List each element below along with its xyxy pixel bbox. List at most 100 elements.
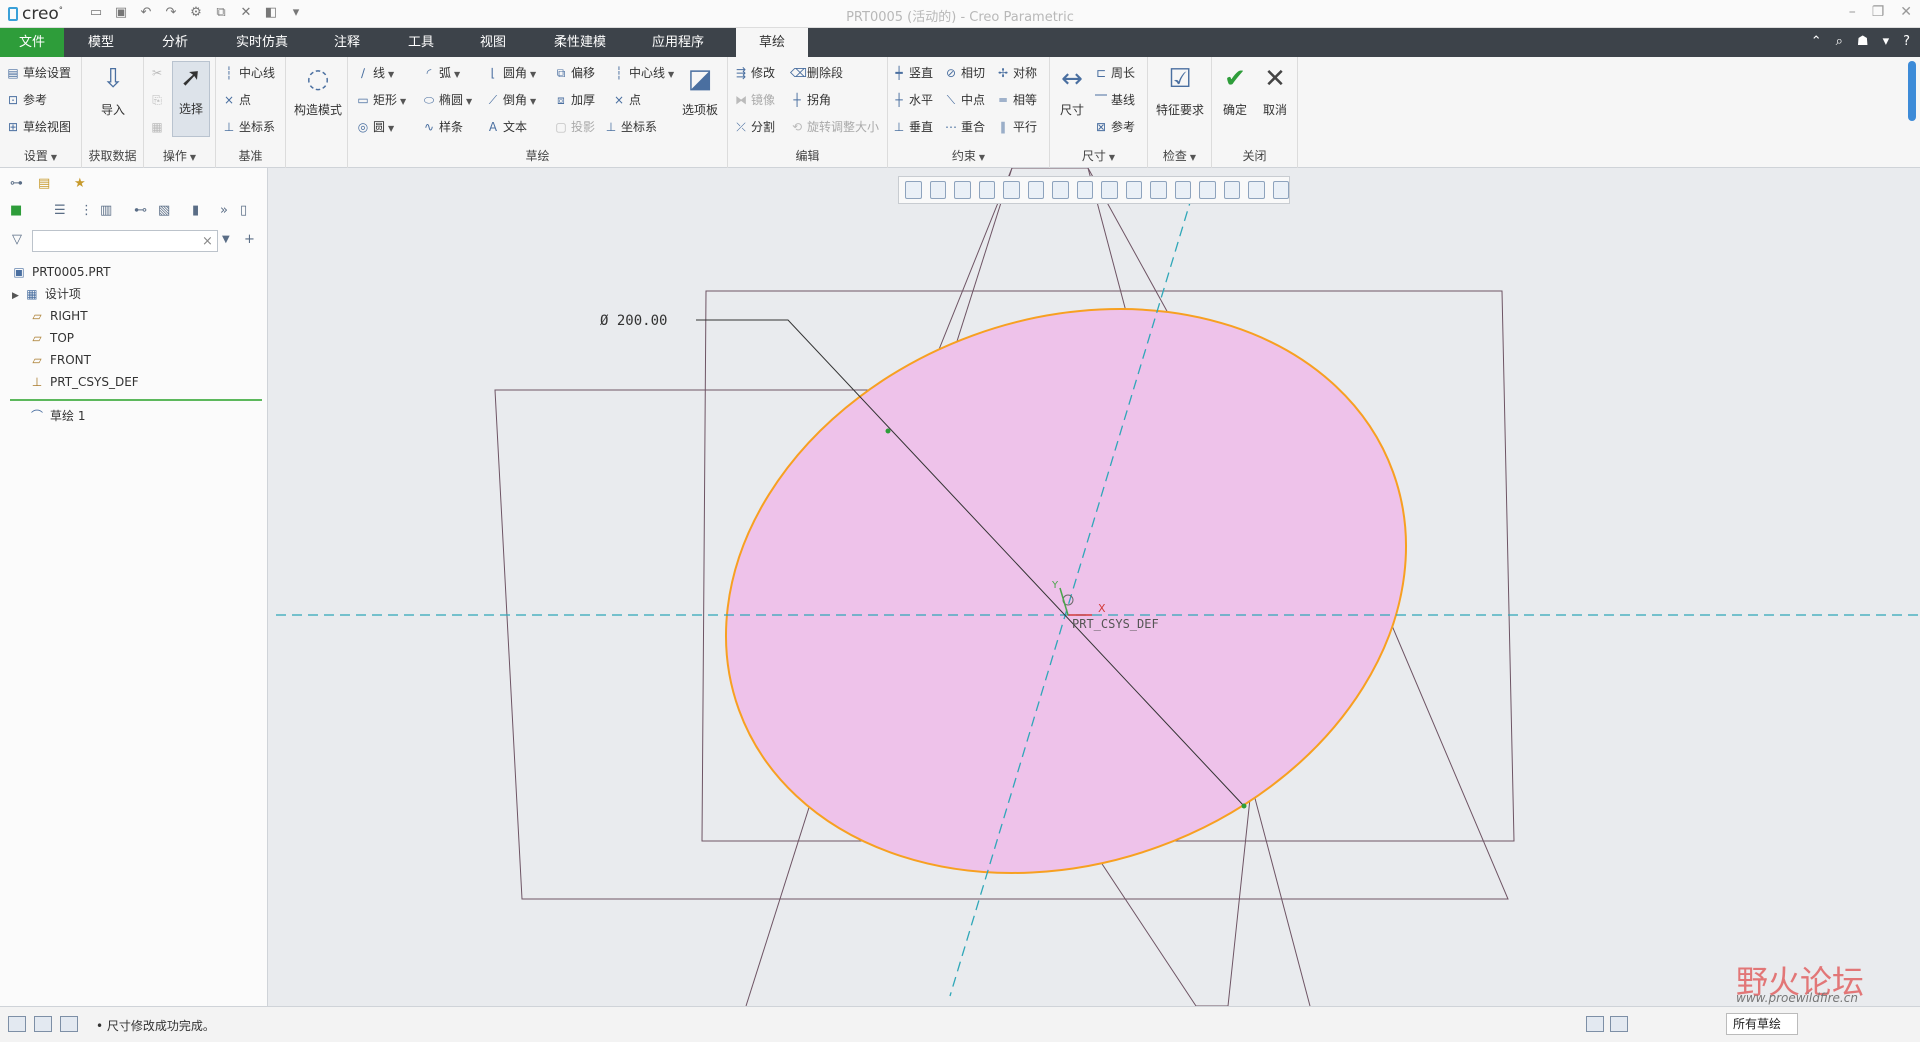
layer-tree-icon[interactable]: ▥ [100, 203, 112, 218]
cancel-button[interactable]: ✕ 取消 [1256, 63, 1294, 118]
find-dropdown-icon[interactable] [1610, 1016, 1628, 1032]
reference-dim-button[interactable]: ⊠ 参考 [1094, 117, 1135, 137]
fillet-button[interactable]: ⌊ 圆角 ▼ [486, 63, 537, 83]
ribbon-scrollbar[interactable] [1908, 61, 1916, 121]
rectangle-button[interactable]: ▭ 矩形 ▼ [356, 90, 406, 110]
datum-point-button[interactable]: × 点 [222, 90, 251, 110]
import-button[interactable]: ⇩ 导入 [90, 63, 136, 118]
tab-view[interactable]: 视图 [460, 28, 526, 57]
rotate-resize-button[interactable]: ⟲ 旋转调整大小 [790, 117, 879, 137]
filter-icon[interactable]: ▽ [12, 232, 22, 247]
tree-item-top[interactable]: ▱ TOP [30, 328, 74, 348]
section-view-icon[interactable] [1223, 181, 1240, 199]
group-label-dimension[interactable]: 尺寸 ▼ [1050, 147, 1147, 164]
midpoint-constraint-button[interactable]: ⟍ 中点 [944, 90, 985, 110]
line-button[interactable]: ∕ 线 ▼ [356, 63, 394, 83]
tree-settings-icon[interactable]: ⊷ [134, 203, 147, 218]
copy-button[interactable]: ⎘ [150, 90, 167, 110]
tab-model[interactable]: 模型 [68, 28, 134, 57]
zoom-out-icon[interactable] [954, 181, 971, 199]
divide-button[interactable]: ⤫ 分割 [734, 117, 775, 137]
modify-button[interactable]: ⇶ 修改 [734, 63, 775, 83]
close-icon[interactable]: ✕ [1900, 4, 1912, 20]
sketch-point-button[interactable]: × 点 [612, 90, 641, 110]
arc-button[interactable]: ◜ 弧 ▼ [422, 63, 461, 83]
tree-item-right[interactable]: ▱ RIGHT [30, 306, 87, 326]
model-icon[interactable]: ■ [10, 203, 22, 218]
favorites-tab-icon[interactable]: ★ [74, 176, 86, 191]
perimeter-button[interactable]: ⊏ 周长 [1094, 63, 1135, 83]
tree-search-input[interactable] [32, 230, 218, 252]
tab-tools[interactable]: 工具 [388, 28, 454, 57]
expand-icon[interactable]: ▶ [12, 291, 19, 301]
datum-display-icon[interactable] [1101, 181, 1118, 199]
clear-search-icon[interactable]: × [202, 234, 213, 249]
tab-sketch[interactable]: 草绘 [736, 28, 808, 57]
tree-item-front[interactable]: ▱ FRONT [30, 350, 91, 370]
text-button[interactable]: A 文本 [486, 117, 527, 137]
group-label-operations[interactable]: 操作 ▼ [144, 147, 215, 164]
page-icon[interactable]: ▯ [240, 203, 247, 218]
selection-filter[interactable]: 所有草绘 [1726, 1013, 1798, 1035]
equal-constraint-button[interactable]: ═ 相等 [996, 90, 1037, 110]
parallel-constraint-button[interactable]: ∥ 平行 [996, 117, 1037, 137]
browser-toggle-icon[interactable] [34, 1016, 52, 1032]
group-label-setup[interactable]: 设置 ▼ [0, 147, 81, 164]
insert-indicator[interactable] [10, 399, 262, 401]
vertical-constraint-button[interactable]: ┿ 竖直 [892, 63, 933, 83]
show-icon[interactable]: ▧ [158, 203, 170, 218]
spin-center-icon[interactable] [1150, 181, 1167, 199]
add-filter-icon[interactable]: + [244, 232, 255, 247]
tab-analysis[interactable]: 分析 [142, 28, 208, 57]
tab-live-simulation[interactable]: 实时仿真 [222, 28, 302, 57]
diameter-dimension[interactable]: Ø 200.00 [600, 313, 667, 329]
group-label-inspect[interactable]: 检查 ▼ [1148, 147, 1211, 164]
tree-filter-columns-icon[interactable]: ▮ [192, 203, 199, 218]
restore-icon[interactable]: ❐ [1872, 4, 1885, 20]
ellipse-shape[interactable] [646, 216, 1486, 965]
ok-button[interactable]: ✔ 确定 [1216, 63, 1254, 118]
project-button[interactable]: ▢ 投影 [554, 117, 595, 137]
model-tree-tab-icon[interactable]: ⊶ [10, 176, 23, 191]
saved-orientations-icon[interactable] [1027, 181, 1044, 199]
ellipse-button[interactable]: ⬭ 椭圆 ▼ [422, 90, 472, 110]
corner-button[interactable]: ┼ 拐角 [790, 90, 831, 110]
delete-segment-button[interactable]: ⌫删除段 [790, 63, 843, 83]
display-style-icon[interactable] [1003, 181, 1020, 199]
constraint-display-icon[interactable] [1272, 181, 1289, 199]
folder-browser-tab-icon[interactable]: ▤ [38, 176, 50, 191]
horizontal-constraint-button[interactable]: ┼ 水平 [892, 90, 933, 110]
repaint-icon[interactable] [978, 181, 995, 199]
tangent-constraint-button[interactable]: ⊘ 相切 [944, 63, 985, 83]
navigator-toggle-icon[interactable] [8, 1016, 26, 1032]
help-icon[interactable]: ? [1903, 34, 1910, 49]
collapse-ribbon-icon[interactable]: ⌃ [1811, 34, 1822, 49]
search-dropdown-icon[interactable]: ▼ [222, 234, 230, 245]
palette-button[interactable]: ◪ 选项板 [678, 63, 722, 118]
sketch-csys-button[interactable]: ⊥ 坐标系 [604, 117, 657, 137]
feature-requirements-button[interactable]: ☑ 特征要求 [1150, 63, 1210, 118]
sketch-view-icon[interactable] [1174, 181, 1191, 199]
zoom-in-icon[interactable] [929, 181, 946, 199]
datum-centerline-button[interactable]: ┆ 中心线 [222, 63, 275, 83]
group-label-constrain[interactable]: 约束 ▼ [888, 147, 1049, 164]
community-icon[interactable]: ☗ [1857, 34, 1869, 49]
dimension-button[interactable]: ↔ 尺寸 [1052, 63, 1092, 118]
graphics-window[interactable]: Ø 200.00 X Y PRT_CSYS_DEF 野火论坛 www.proew… [268, 168, 1920, 1006]
tree-item-part[interactable]: ▣ PRT0005.PRT [12, 262, 110, 282]
spline-button[interactable]: ∿ 样条 [422, 117, 463, 137]
mirror-button[interactable]: ⧓ 镜像 [734, 90, 775, 110]
tab-annotate[interactable]: 注释 [314, 28, 380, 57]
minimize-icon[interactable]: – [1849, 4, 1856, 20]
references-button[interactable]: ⊡ 参考 [6, 90, 47, 110]
thicken-button[interactable]: ⧈ 加厚 [554, 90, 595, 110]
sketcher-display-filter-icon[interactable] [1199, 181, 1216, 199]
tree-item-sketch-1[interactable]: ⌒ 草绘 1 [30, 406, 85, 426]
construction-mode-button[interactable]: ◌ 构造模式 [290, 63, 346, 118]
datum-csys-button[interactable]: ⊥ 坐标系 [222, 117, 275, 137]
symmetric-constraint-button[interactable]: ✢ 对称 [996, 63, 1037, 83]
offset-button[interactable]: ⧉ 偏移 [554, 63, 595, 83]
tab-applications[interactable]: 应用程序 [636, 28, 720, 57]
sketch-centerline-button[interactable]: ┆ 中心线 ▼ [612, 63, 674, 83]
full-screen-icon[interactable] [60, 1016, 78, 1032]
